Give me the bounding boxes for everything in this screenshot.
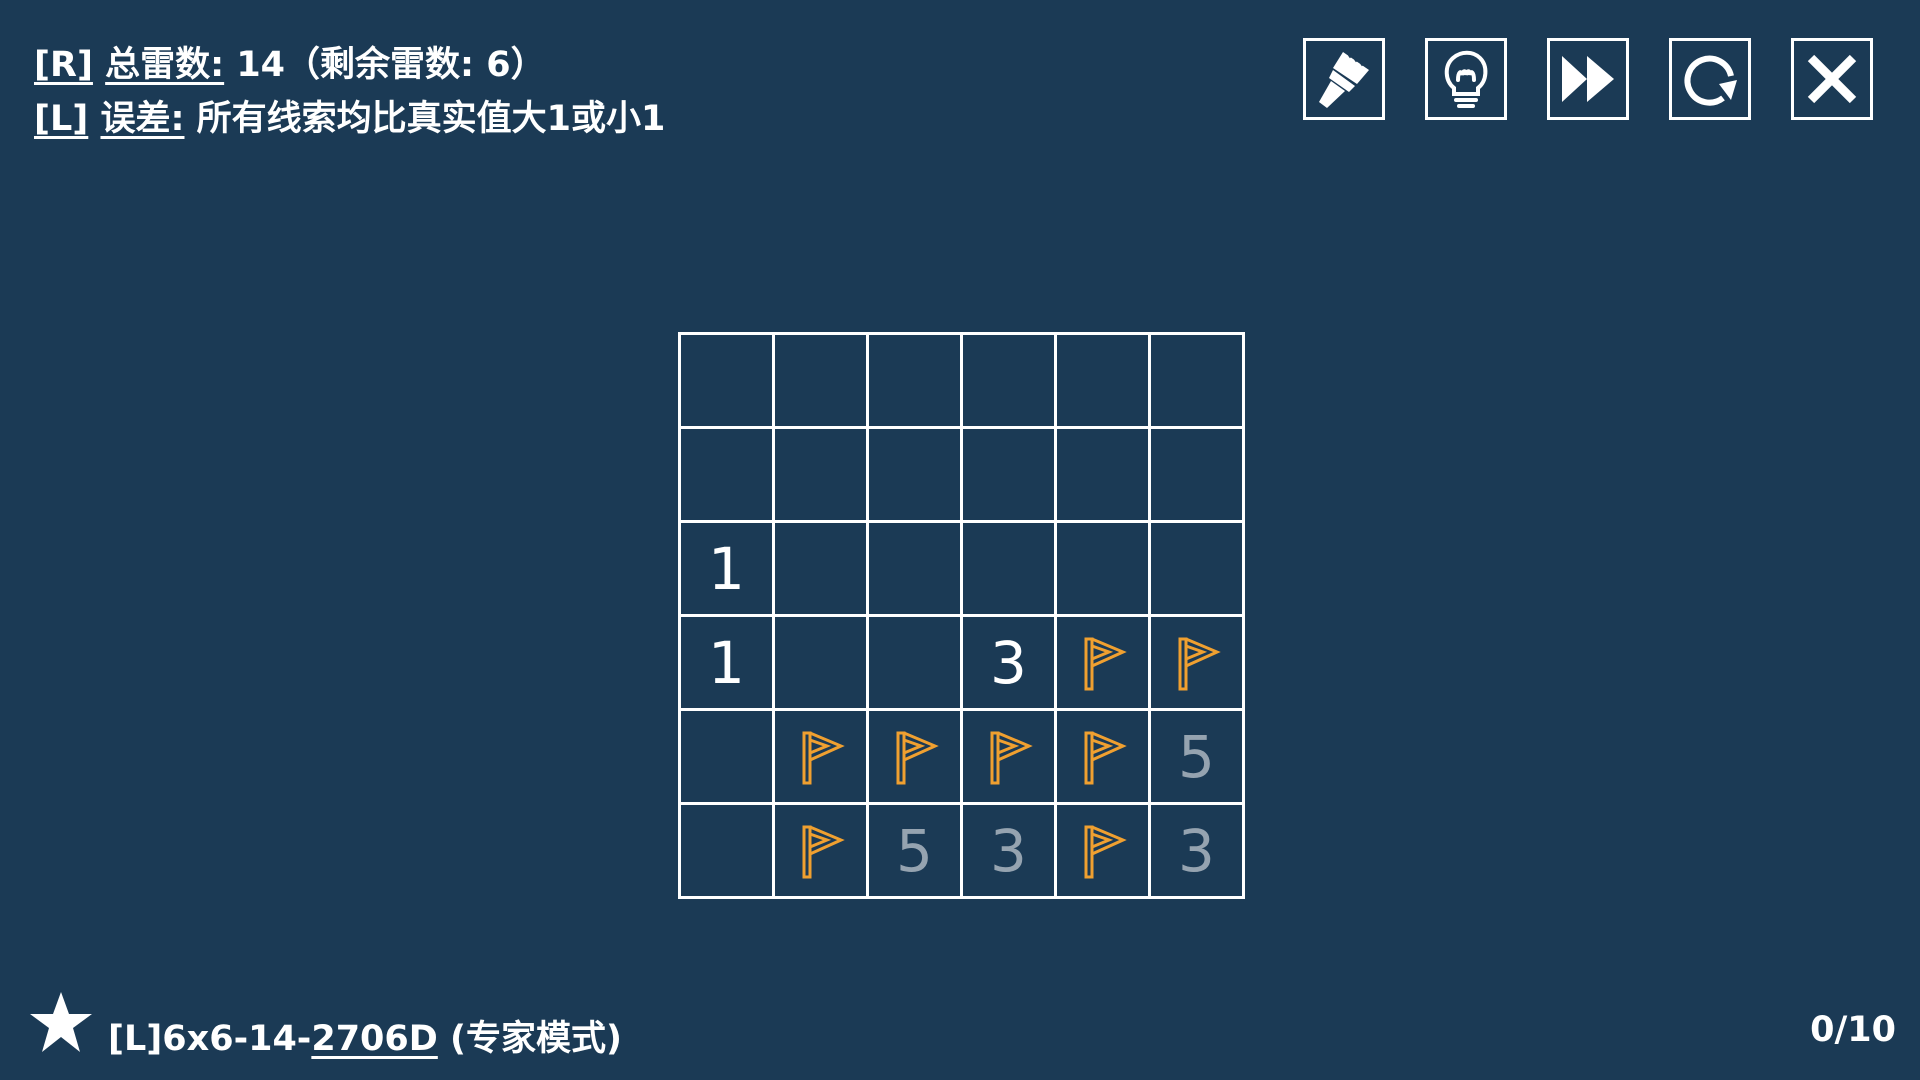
clue-cell[interactable]: 3 (963, 617, 1057, 711)
hidden-cell[interactable] (681, 429, 775, 523)
fast-forward-icon (1562, 56, 1614, 102)
brush-icon (1319, 52, 1369, 108)
hidden-cell[interactable] (1151, 429, 1245, 523)
hidden-cell[interactable] (963, 429, 1057, 523)
hidden-cell[interactable] (681, 335, 775, 429)
rule-label: 误差: (100, 99, 185, 139)
star-icon[interactable] (28, 990, 94, 1056)
hidden-cell[interactable] (869, 617, 963, 711)
clue-cell[interactable]: 1 (681, 523, 775, 617)
level-prefix: [L]6x6-14- (108, 1019, 312, 1059)
flagged-cell[interactable] (1151, 617, 1245, 711)
flag-icon (990, 731, 1033, 784)
flagged-cell[interactable] (1057, 805, 1151, 899)
clue-cell-dim[interactable]: 3 (1151, 805, 1245, 899)
flagged-cell[interactable] (1057, 711, 1151, 805)
skip-button[interactable] (1547, 38, 1629, 120)
clue-cell-dim[interactable]: 3 (963, 805, 1057, 899)
game-screen: [R] 总雷数: 14（剩余雷数: 6） [L] 误差: 所有线索均比真实值大1… (0, 0, 1920, 1080)
rule-key-l: [L] (34, 99, 89, 139)
level-mode: (专家模式) (437, 1019, 622, 1059)
hint-button[interactable] (1425, 38, 1507, 120)
toolbar (1303, 38, 1873, 120)
level-code-link[interactable]: 2706D (311, 1019, 437, 1059)
flagged-cell[interactable] (1057, 617, 1151, 711)
flagged-cell[interactable] (869, 711, 963, 805)
hidden-cell[interactable] (1057, 523, 1151, 617)
total-mines-info: [R] 总雷数: 14（剩余雷数: 6） (34, 36, 546, 87)
lightbulb-icon (1444, 50, 1488, 108)
hidden-cell[interactable] (869, 523, 963, 617)
minesweeper-board: 1135533 (678, 332, 1245, 899)
close-icon (1807, 54, 1857, 104)
hidden-cell[interactable] (1151, 523, 1245, 617)
restart-icon (1684, 55, 1737, 106)
flag-icon (896, 731, 939, 784)
hidden-cell[interactable] (963, 523, 1057, 617)
hidden-cell[interactable] (681, 711, 775, 805)
flagged-cell[interactable] (775, 711, 869, 805)
hidden-cell[interactable] (963, 335, 1057, 429)
flag-icon (1178, 637, 1221, 690)
hidden-cell[interactable] (1057, 335, 1151, 429)
flag-icon (1084, 825, 1127, 878)
rule-text: 所有线索均比真实值大1或小1 (196, 99, 666, 139)
hidden-cell[interactable] (1151, 335, 1245, 429)
hidden-cell[interactable] (775, 617, 869, 711)
flagged-cell[interactable] (775, 805, 869, 899)
flag-icon (802, 731, 845, 784)
hidden-cell[interactable] (775, 335, 869, 429)
hidden-cell[interactable] (869, 429, 963, 523)
hidden-cell[interactable] (681, 805, 775, 899)
flag-icon (1084, 731, 1127, 784)
brush-button[interactable] (1303, 38, 1385, 120)
hidden-cell[interactable] (869, 335, 963, 429)
flag-icon (802, 825, 845, 878)
clue-cell[interactable]: 1 (681, 617, 775, 711)
restart-button[interactable] (1669, 38, 1751, 120)
level-label: [L]6x6-14-2706D (专家模式) (108, 1010, 622, 1061)
flag-icon (1084, 637, 1127, 690)
hidden-cell[interactable] (775, 429, 869, 523)
close-button[interactable] (1791, 38, 1873, 120)
clue-cell-dim[interactable]: 5 (1151, 711, 1245, 805)
total-mines-value: 14（剩余雷数: 6） (236, 45, 546, 85)
rule-info: [L] 误差: 所有线索均比真实值大1或小1 (34, 90, 665, 141)
hidden-cell[interactable] (775, 523, 869, 617)
hidden-cell[interactable] (1057, 429, 1151, 523)
flagged-cell[interactable] (963, 711, 1057, 805)
rule-key-r: [R] (34, 45, 93, 85)
clue-cell-dim[interactable]: 5 (869, 805, 963, 899)
total-mines-label: 总雷数: (105, 45, 225, 85)
progress-counter: 0/10 (1810, 1010, 1896, 1050)
